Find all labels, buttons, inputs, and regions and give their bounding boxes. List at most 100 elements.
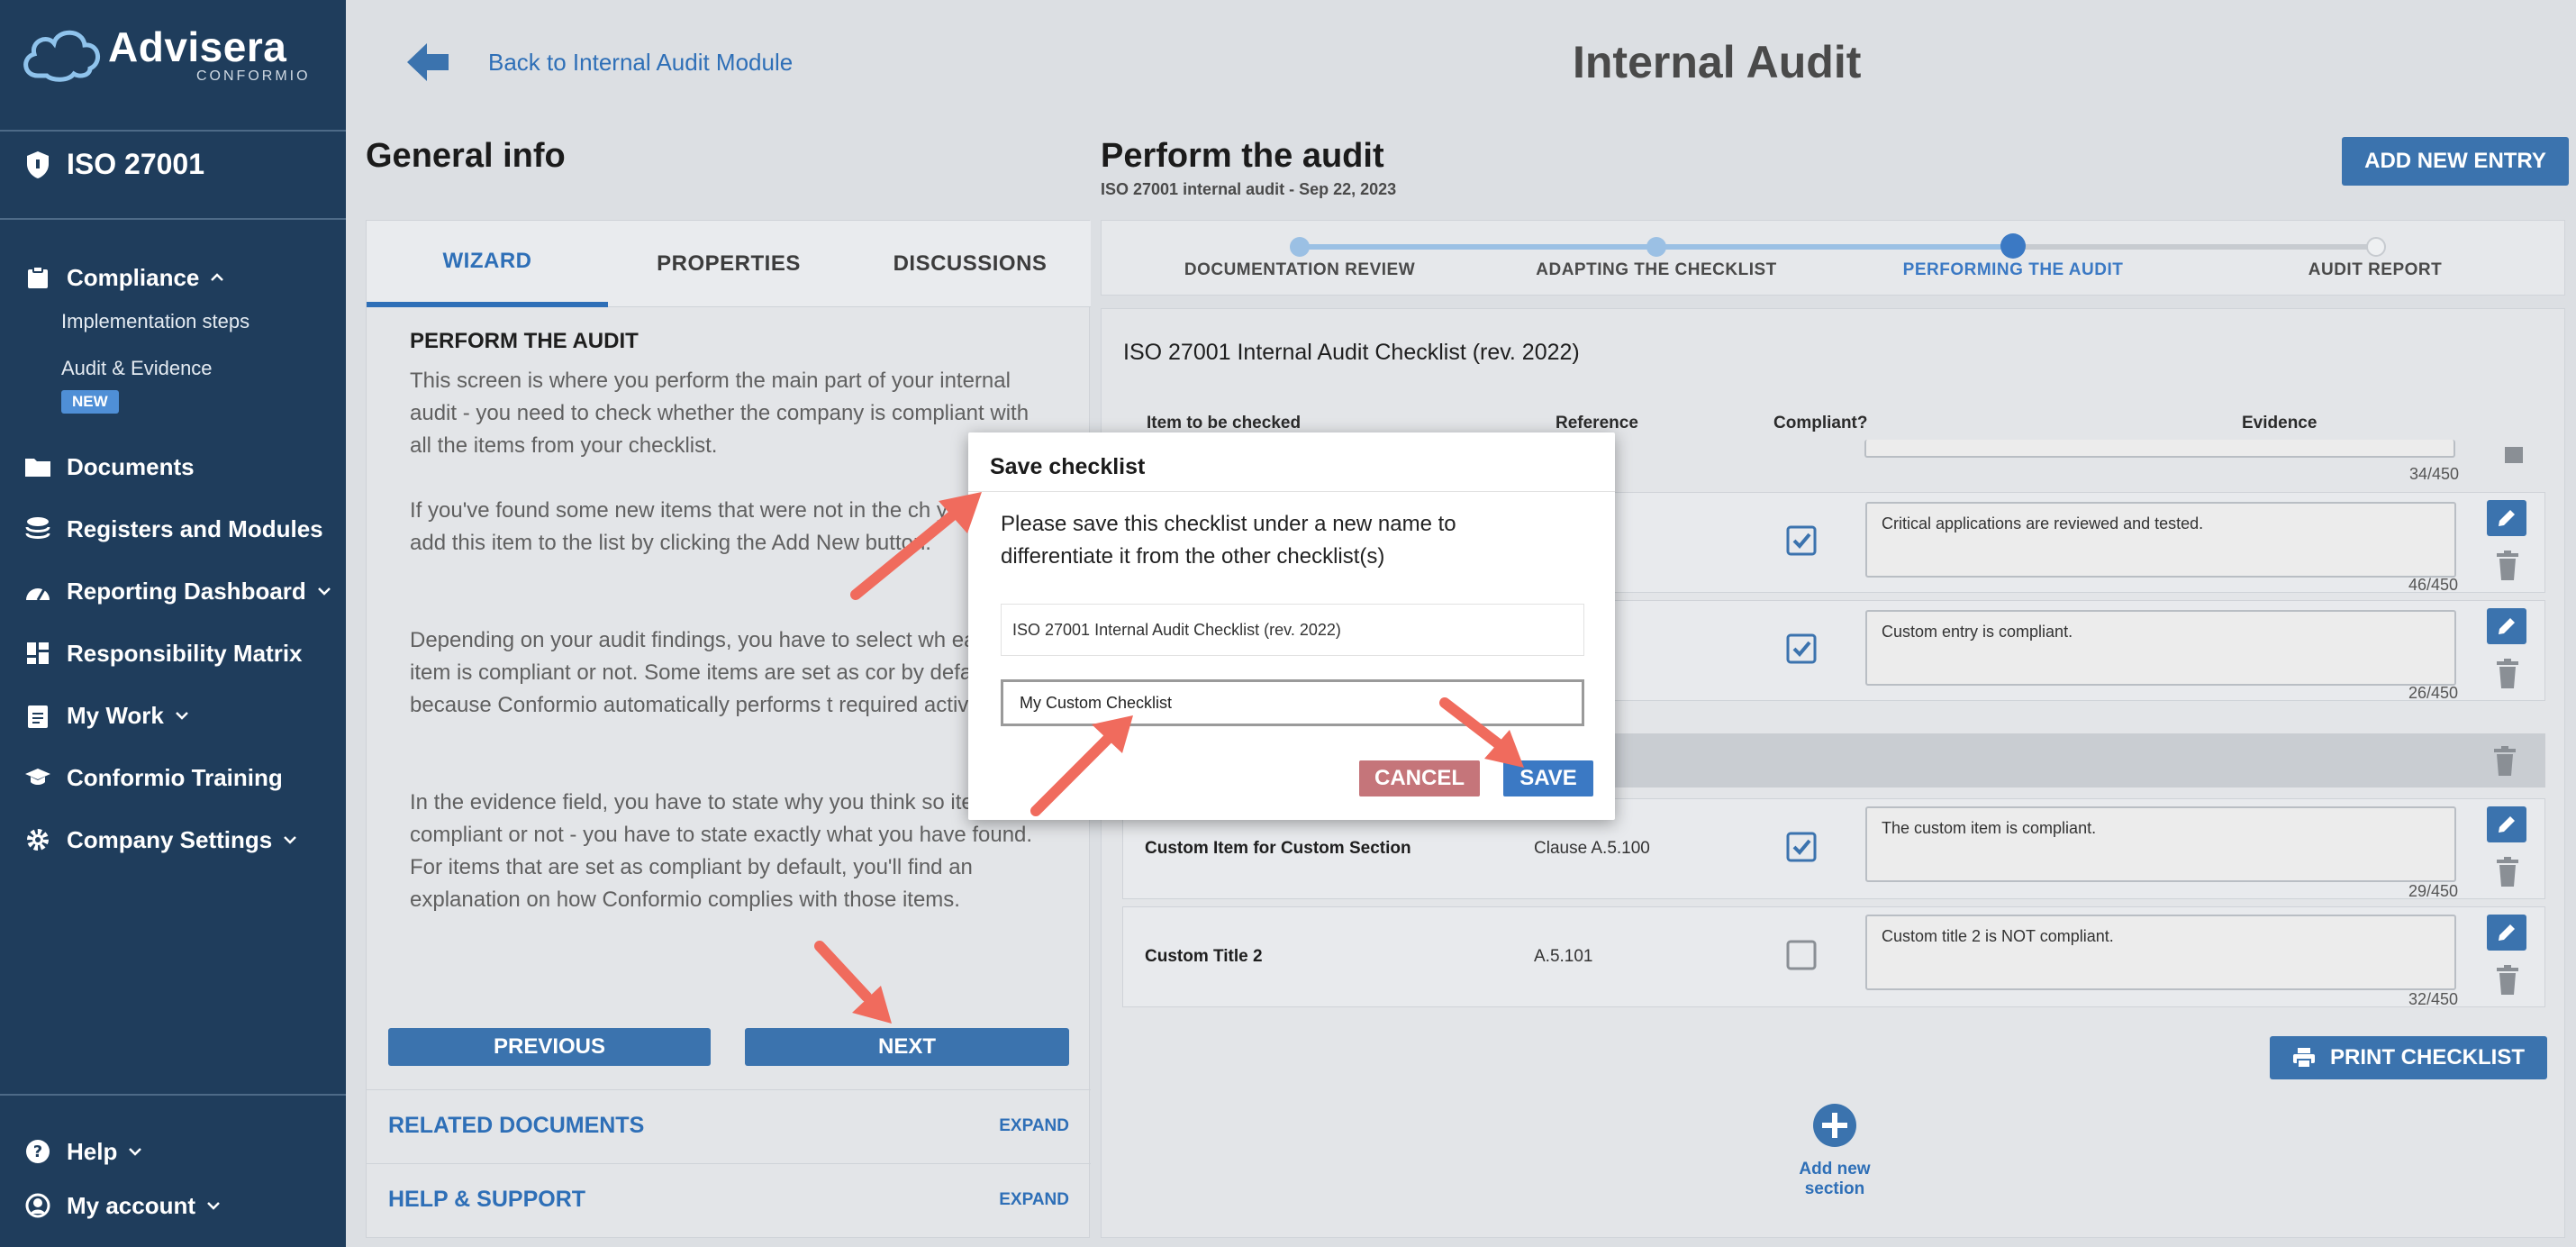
- previous-button[interactable]: PREVIOUS: [388, 1028, 711, 1066]
- chevron-down-icon: [317, 587, 331, 596]
- sidebar-item-label: Responsibility Matrix: [67, 639, 303, 667]
- standard-name: ISO 27001: [67, 148, 204, 180]
- expand-link[interactable]: EXPAND: [999, 1190, 1069, 1210]
- divider: [0, 1094, 346, 1096]
- add-new-section-label: Add new section: [1799, 1160, 1871, 1198]
- clipboard-list-icon: [23, 701, 52, 730]
- related-documents-section[interactable]: RELATED DOCUMENTS EXPAND: [367, 1089, 1091, 1161]
- trash-icon[interactable]: [2494, 551, 2521, 581]
- sidebar-item-registers[interactable]: Registers and Modules: [23, 514, 323, 543]
- step-label: ADAPTING THE CHECKLIST: [1536, 260, 1777, 279]
- sidebar-item-training[interactable]: Conformio Training: [23, 763, 283, 792]
- expand-link[interactable]: EXPAND: [999, 1116, 1069, 1136]
- sidebar-item-company-settings[interactable]: Company Settings: [23, 825, 297, 854]
- pencil-icon: [2499, 924, 2515, 941]
- pencil-icon: [2499, 816, 2515, 833]
- pencil-icon: [2499, 618, 2515, 634]
- char-count: 29/450: [2408, 882, 2458, 900]
- sidebar-subitem-audit-evidence[interactable]: Audit & Evidence: [61, 357, 213, 380]
- standard-selector[interactable]: ISO 27001: [23, 148, 204, 181]
- column-header: Reference: [1556, 414, 1638, 432]
- audit-subtitle: ISO 27001 internal audit - Sep 22, 2023: [1101, 180, 1397, 198]
- wizard-step-title: PERFORM THE AUDIT: [410, 329, 639, 353]
- layers-icon: [23, 514, 52, 543]
- step-dot-current[interactable]: [2000, 233, 2026, 259]
- cancel-button[interactable]: CANCEL: [1359, 760, 1480, 796]
- checkbox-checked-icon[interactable]: [1786, 832, 1817, 862]
- tab-properties[interactable]: PROPERTIES: [608, 221, 849, 307]
- sidebar-item-documents[interactable]: Documents: [23, 452, 195, 481]
- sidebar-item-reporting[interactable]: Reporting Dashboard: [23, 577, 331, 605]
- sidebar-item-help[interactable]: ? Help: [23, 1137, 142, 1166]
- sidebar-item-label: My Work: [67, 701, 164, 729]
- trash-icon[interactable]: [2494, 965, 2521, 996]
- evidence-field[interactable]: Critical applications are reviewed and t…: [1865, 502, 2456, 578]
- save-button[interactable]: SAVE: [1503, 760, 1593, 796]
- column-header: Item to be checked: [1147, 414, 1302, 432]
- print-checklist-button[interactable]: PRINT CHECKLIST: [2270, 1036, 2547, 1079]
- chevron-down-icon: [129, 1148, 142, 1156]
- help-icon: ?: [23, 1137, 52, 1166]
- section-label: RELATED DOCUMENTS: [388, 1113, 645, 1138]
- edit-button[interactable]: [2487, 915, 2526, 951]
- evidence-field[interactable]: Custom entry is compliant.: [1865, 610, 2456, 686]
- chevron-down-icon: [284, 836, 297, 844]
- checkbox-checked-icon[interactable]: [1786, 633, 1817, 664]
- sidebar-item-label: My account: [67, 1191, 196, 1219]
- evidence-field[interactable]: [1864, 440, 2455, 458]
- sidebar-item-my-account[interactable]: My account: [23, 1191, 221, 1220]
- wizard-paragraph: Depending on your audit findings, you ha…: [410, 628, 1013, 717]
- divider: [0, 130, 346, 132]
- edit-button[interactable]: [2487, 500, 2526, 536]
- evidence-field[interactable]: Custom title 2 is NOT compliant.: [1865, 915, 2456, 990]
- char-count: 32/450: [2408, 990, 2458, 1008]
- item-title: Custom Title 2: [1145, 947, 1263, 966]
- evidence-field[interactable]: The custom item is compliant.: [1865, 806, 2456, 882]
- sidebar-subitem-implementation-steps[interactable]: Implementation steps: [61, 310, 249, 333]
- new-name-input[interactable]: [1001, 679, 1584, 726]
- new-badge: NEW: [61, 390, 119, 414]
- perform-audit-title: Perform the audit: [1101, 137, 1384, 175]
- trash-icon[interactable]: [2494, 857, 2521, 887]
- checkbox-checked-icon[interactable]: [1786, 525, 1817, 556]
- trash-icon[interactable]: [2494, 659, 2521, 689]
- gear-icon: [23, 825, 52, 854]
- cloud-logo-icon: [23, 30, 100, 82]
- step-dot-done[interactable]: [1290, 237, 1310, 257]
- logo[interactable]: Advisera CONFORMIO: [20, 23, 311, 86]
- trash-icon[interactable]: [2500, 445, 2527, 463]
- sidebar-item-my-work[interactable]: My Work: [23, 701, 189, 730]
- pencil-icon: [2499, 510, 2515, 526]
- tab-wizard[interactable]: WIZARD: [367, 221, 608, 307]
- item-title: Custom Item for Custom Section: [1145, 839, 1411, 858]
- tab-discussions[interactable]: DISCUSSIONS: [849, 221, 1091, 307]
- sidebar-item-label: Registers and Modules: [67, 514, 323, 542]
- step-dot-pending[interactable]: [2366, 237, 2386, 257]
- char-count: 34/450: [2408, 465, 2459, 483]
- edit-button[interactable]: [2487, 806, 2526, 842]
- back-navigation[interactable]: Back to Internal Audit Module: [405, 41, 793, 83]
- trash-icon[interactable]: [2491, 746, 2518, 777]
- step-label: AUDIT REPORT: [2308, 260, 2443, 279]
- sidebar-item-label: Compliance: [67, 263, 200, 291]
- wizard-paragraph: This screen is where you perform the mai…: [410, 369, 1029, 458]
- add-new-entry-button[interactable]: ADD NEW ENTRY: [2342, 137, 2569, 186]
- shield-icon: [23, 150, 52, 179]
- sidebar-item-compliance[interactable]: Compliance: [23, 263, 224, 292]
- save-checklist-dialog: Save checklist Please save this checklis…: [968, 432, 1615, 820]
- printer-icon: [2293, 1048, 2315, 1069]
- help-support-section[interactable]: HELP & SUPPORT EXPAND: [367, 1163, 1091, 1235]
- sidebar-item-label: Conformio Training: [67, 763, 283, 791]
- sidebar-item-responsibility[interactable]: Responsibility Matrix: [23, 639, 303, 668]
- svg-text:?: ?: [33, 1142, 42, 1161]
- back-link[interactable]: Back to Internal Audit Module: [488, 49, 793, 77]
- sidebar: Advisera CONFORMIO ISO 27001 Compliance …: [0, 0, 346, 1247]
- column-header: Evidence: [2242, 414, 2317, 432]
- next-button[interactable]: NEXT: [745, 1028, 1069, 1066]
- original-name-field: ISO 27001 Internal Audit Checklist (rev.…: [1001, 604, 1584, 656]
- edit-button[interactable]: [2487, 608, 2526, 644]
- checkbox-unchecked-icon[interactable]: [1786, 940, 1817, 970]
- step-dot-done[interactable]: [1646, 237, 1666, 257]
- add-new-section[interactable]: Add new section: [1767, 1103, 1902, 1199]
- plus-circle-icon: [1813, 1104, 1856, 1147]
